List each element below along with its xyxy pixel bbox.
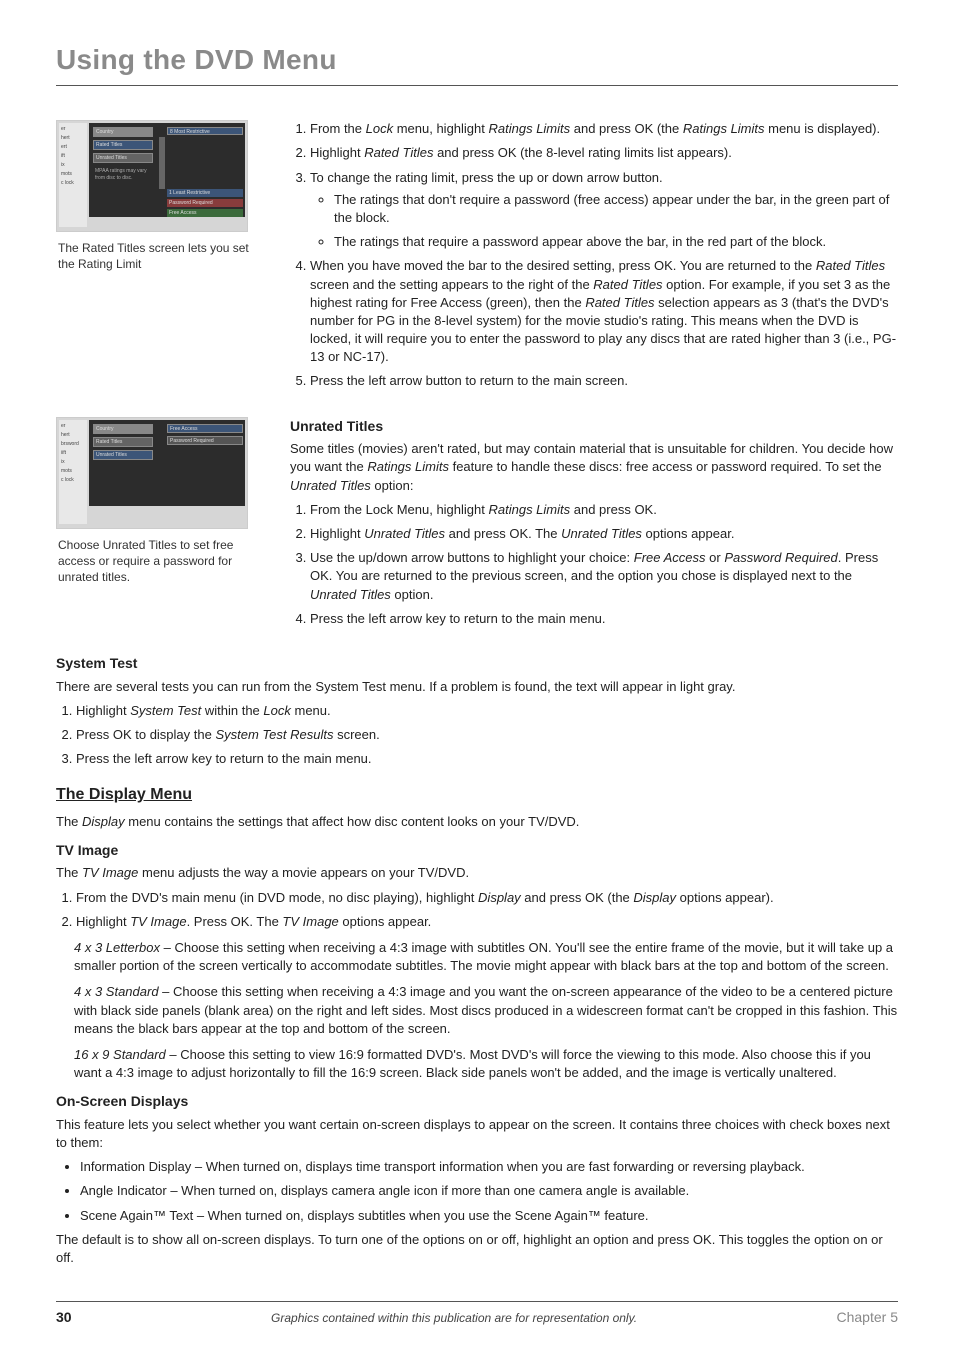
unrated-steps: From the Lock Menu, highlight Ratings Li… bbox=[290, 501, 898, 628]
paragraph: This feature lets you select whether you… bbox=[56, 1116, 898, 1152]
list-item: Use the up/down arrow buttons to highlig… bbox=[310, 549, 898, 604]
heading-on-screen-displays: On-Screen Displays bbox=[56, 1092, 898, 1112]
list-item: Highlight Unrated Titles and press OK. T… bbox=[310, 525, 898, 543]
list-item: To change the rating limit, press the up… bbox=[310, 169, 898, 252]
paragraph: The default is to show all on-screen dis… bbox=[56, 1231, 898, 1267]
list-item: From the Lock menu, highlight Ratings Li… bbox=[310, 120, 898, 138]
list-item: Press OK to display the System Test Resu… bbox=[76, 726, 898, 744]
page-number: 30 bbox=[56, 1308, 72, 1328]
osd-bullets: Information Display – When turned on, di… bbox=[56, 1158, 898, 1225]
list-item: The ratings that don't require a passwor… bbox=[334, 191, 898, 227]
list-item: From the Lock Menu, highlight Ratings Li… bbox=[310, 501, 898, 519]
figure-caption-2: Choose Unrated Titles to set free access… bbox=[56, 537, 266, 586]
paragraph: The Display menu contains the settings t… bbox=[56, 813, 898, 831]
list-item: The ratings that require a password appe… bbox=[334, 233, 898, 251]
paragraph: There are several tests you can run from… bbox=[56, 678, 898, 696]
option-16x9-standard: 16 x 9 Standard – Choose this setting to… bbox=[74, 1046, 898, 1082]
paragraph: The TV Image menu adjusts the way a movi… bbox=[56, 864, 898, 882]
rated-titles-steps: From the Lock menu, highlight Ratings Li… bbox=[290, 120, 898, 390]
list-item: When you have moved the bar to the desir… bbox=[310, 257, 898, 366]
page-title: Using the DVD Menu bbox=[56, 40, 898, 79]
tv-image-steps: From the DVD's main menu (in DVD mode, n… bbox=[56, 889, 898, 931]
list-item: Angle Indicator – When turned on, displa… bbox=[80, 1182, 898, 1200]
heading-display-menu: The Display Menu bbox=[56, 784, 898, 806]
list-item: Press the left arrow key to return to th… bbox=[310, 610, 898, 628]
list-item: Highlight Rated Titles and press OK (the… bbox=[310, 144, 898, 162]
figure-unrated-titles: er hert brsword iift ix mots c lock Coun… bbox=[56, 417, 248, 529]
list-item: Scene Again™ Text – When turned on, disp… bbox=[80, 1207, 898, 1225]
heading-tv-image: TV Image bbox=[56, 841, 898, 861]
system-test-steps: Highlight System Test within the Lock me… bbox=[56, 702, 898, 769]
list-item: Information Display – When turned on, di… bbox=[80, 1158, 898, 1176]
heading-unrated-titles: Unrated Titles bbox=[290, 417, 898, 437]
option-4x3-letterbox: 4 x 3 Letterbox – Choose this setting wh… bbox=[74, 939, 898, 975]
heading-system-test: System Test bbox=[56, 654, 898, 674]
figure-rated-titles: er hert ert ift ix mots c lock Country R… bbox=[56, 120, 248, 232]
list-item: Press the left arrow key to return to th… bbox=[76, 750, 898, 768]
list-item: Highlight System Test within the Lock me… bbox=[76, 702, 898, 720]
page-footer: 30 Graphics contained within this public… bbox=[56, 1301, 898, 1328]
list-item: Highlight TV Image. Press OK. The TV Ima… bbox=[76, 913, 898, 931]
option-4x3-standard: 4 x 3 Standard – Choose this setting whe… bbox=[74, 983, 898, 1038]
paragraph: Some titles (movies) aren't rated, but m… bbox=[290, 440, 898, 495]
list-item: From the DVD's main menu (in DVD mode, n… bbox=[76, 889, 898, 907]
footer-disclaimer: Graphics contained within this publicati… bbox=[271, 1310, 637, 1327]
figure-caption-1: The Rated Titles screen lets you set the… bbox=[56, 240, 266, 272]
list-item: Press the left arrow button to return to… bbox=[310, 372, 898, 390]
chapter-label: Chapter 5 bbox=[837, 1308, 898, 1328]
title-divider bbox=[56, 85, 898, 86]
